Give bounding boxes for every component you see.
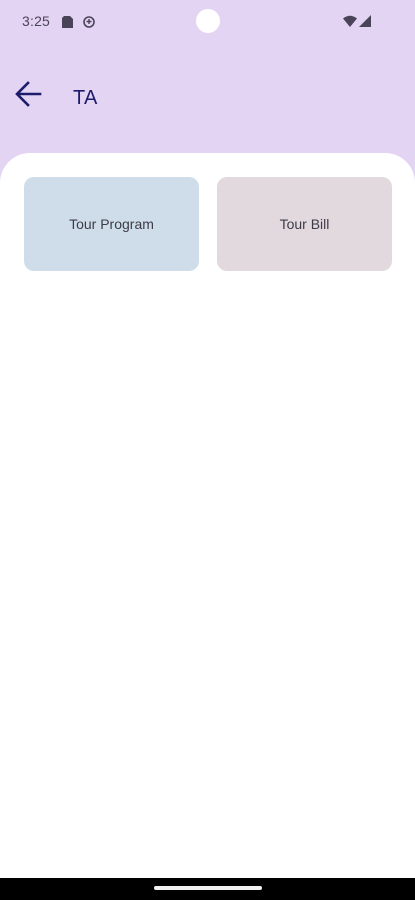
tour-bill-tile[interactable]: Tour Bill <box>217 177 392 271</box>
back-button[interactable] <box>6 74 50 118</box>
screen: 3:25 TA Tour Program Tour Bill <box>0 0 415 900</box>
content-sheet: Tour Program Tour Bill <box>0 153 415 878</box>
wifi-icon <box>343 14 357 27</box>
cell-signal-icon <box>359 14 371 27</box>
home-gesture-handle[interactable] <box>154 886 262 890</box>
tour-program-tile[interactable]: Tour Program <box>24 177 199 271</box>
tour-program-label: Tour Program <box>69 216 154 232</box>
status-bar: 3:25 <box>0 0 415 44</box>
arrow-back-icon <box>14 80 42 113</box>
app-bar: TA <box>0 60 415 136</box>
sync-icon <box>83 15 95 28</box>
sim-card-icon <box>62 15 73 28</box>
page-title: TA <box>73 87 98 109</box>
navigation-bar <box>0 878 415 900</box>
camera-cutout <box>196 9 220 33</box>
tour-bill-label: Tour Bill <box>279 216 330 232</box>
status-time: 3:25 <box>22 13 51 29</box>
